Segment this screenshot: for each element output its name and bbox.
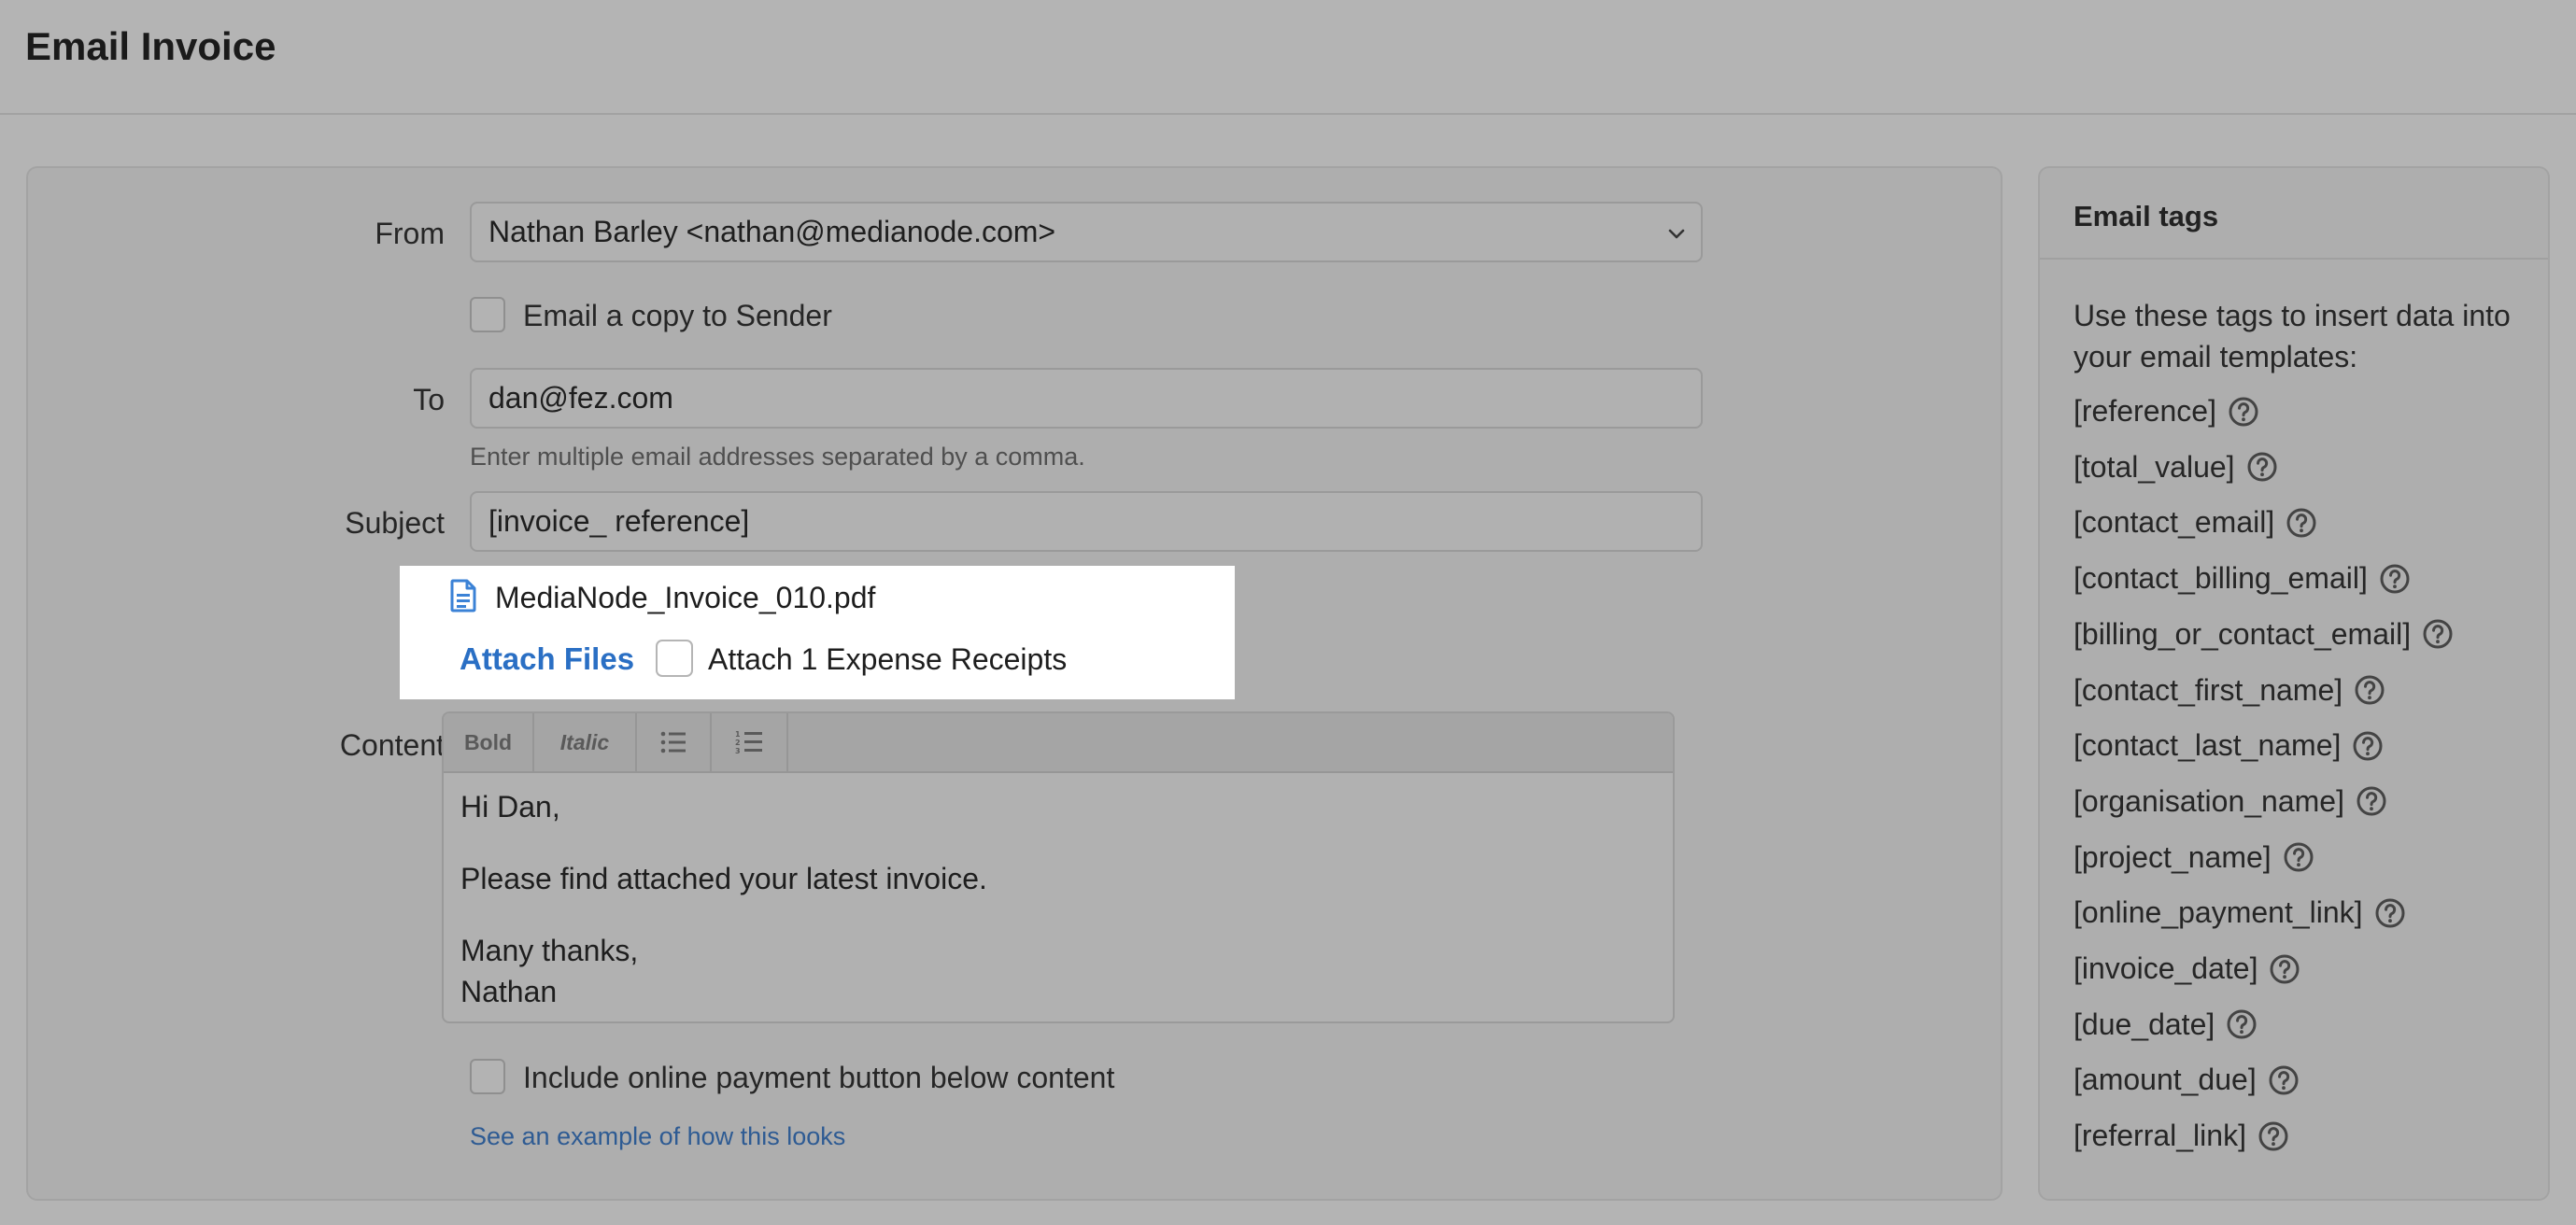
subject-input[interactable] (470, 491, 1703, 552)
help-icon[interactable] (2226, 1008, 2258, 1040)
email-tag-label: [project_name] (2074, 839, 2272, 874)
email-tag-label: [reference] (2074, 394, 2216, 428)
email-tag-label: [billing_or_contact_email] (2074, 616, 2412, 651)
email-tag-item[interactable]: [contact_first_name] (2074, 673, 2385, 708)
help-icon[interactable] (2356, 785, 2387, 817)
from-label: From (375, 217, 445, 250)
page-title: Email Invoice (25, 24, 276, 68)
copy-sender-checkbox[interactable] (470, 297, 505, 332)
copy-sender-label: Email a copy to Sender (523, 299, 832, 332)
email-tags-header: Email tags (2040, 168, 2548, 260)
bold-button[interactable]: Bold (444, 713, 534, 771)
to-hint: Enter multiple email addresses separated… (470, 443, 1085, 471)
help-icon[interactable] (2228, 396, 2259, 428)
content-greeting: Hi Dan, (460, 790, 560, 824)
help-icon[interactable] (2379, 563, 2411, 595)
content-label: Content (339, 728, 445, 762)
payment-button-label: Include online payment button below cont… (523, 1061, 1115, 1094)
file-icon (450, 579, 476, 612)
help-icon[interactable] (2269, 953, 2300, 985)
help-icon[interactable] (2283, 841, 2314, 873)
content-name: Nathan (460, 975, 558, 1008)
attachment-filename[interactable]: MediaNode_Invoice_010.pdf (495, 581, 875, 615)
to-label: To (413, 383, 445, 416)
email-tag-item[interactable]: [contact_last_name] (2074, 728, 2384, 763)
svg-text:3: 3 (735, 747, 741, 755)
editor-toolbar: Bold Italic 1 2 3 (444, 713, 1673, 773)
help-icon[interactable] (2352, 730, 2384, 762)
email-tag-label: [amount_due] (2074, 1063, 2257, 1097)
email-tag-label: [organisation_name] (2074, 783, 2344, 818)
email-tag-label: [due_date] (2074, 1007, 2215, 1041)
email-tag-item[interactable]: [due_date] (2074, 1007, 2258, 1042)
email-tag-item[interactable]: [referral_link] (2074, 1119, 2289, 1153)
from-select-value: Nathan Barley <nathan@medianode.com> (488, 215, 1056, 248)
content-body: Please find attached your latest invoice… (460, 862, 987, 895)
email-tag-item[interactable]: [reference] (2074, 394, 2259, 429)
bullet-list-icon (660, 731, 686, 753)
help-icon[interactable] (2258, 1120, 2289, 1152)
email-tag-item[interactable]: [billing_or_contact_email] (2074, 617, 2454, 652)
attach-files-link[interactable]: Attach Files (460, 641, 634, 677)
attach-receipts-checkbox[interactable] (656, 640, 693, 677)
help-icon[interactable] (2354, 674, 2385, 706)
email-tag-item[interactable]: [contact_billing_email] (2074, 561, 2411, 596)
help-icon[interactable] (2422, 618, 2454, 650)
bullet-list-button[interactable] (637, 713, 712, 771)
numbered-list-button[interactable]: 1 2 3 (712, 713, 788, 771)
email-tag-label: [online_payment_link] (2074, 895, 2363, 930)
page-header: Email Invoice (0, 0, 2576, 115)
email-tag-item[interactable]: [invoice_date] (2074, 951, 2300, 986)
email-tag-item[interactable]: [organisation_name] (2074, 784, 2387, 819)
svg-text:2: 2 (735, 739, 741, 747)
content-editor[interactable]: Bold Italic 1 2 3 Hi Dan, Please find at… (442, 711, 1675, 1023)
attachments-panel: MediaNode_Invoice_010.pdf Attach Files A… (400, 566, 1235, 699)
example-link[interactable]: See an example of how this looks (470, 1122, 845, 1151)
svg-text:1: 1 (735, 730, 741, 739)
email-tags-description: Use these tags to insert data into your … (2074, 299, 2511, 373)
email-tags-panel: Email tags Use these tags to insert data… (2038, 166, 2550, 1201)
email-tags-title: Email tags (2074, 200, 2219, 232)
help-icon[interactable] (2246, 451, 2278, 483)
email-tag-item[interactable]: [total_value] (2074, 450, 2278, 485)
content-signoff: Many thanks, (460, 934, 639, 967)
payment-button-checkbox[interactable] (470, 1059, 505, 1094)
email-tag-label: [total_value] (2074, 449, 2235, 484)
italic-button[interactable]: Italic (534, 713, 637, 771)
from-select[interactable]: Nathan Barley <nathan@medianode.com> (470, 202, 1703, 262)
subject-label: Subject (345, 506, 445, 540)
editor-content[interactable]: Hi Dan, Please find attached your latest… (460, 786, 987, 1012)
chevron-down-icon (1668, 229, 1685, 239)
attach-receipts-label: Attach 1 Expense Receipts (708, 642, 1068, 676)
email-tag-label: [contact_first_name] (2074, 672, 2343, 707)
email-tag-label: [contact_email] (2074, 505, 2275, 540)
email-tag-item[interactable]: [online_payment_link] (2074, 895, 2406, 930)
email-tag-label: [invoice_date] (2074, 951, 2258, 985)
email-tag-label: [referral_link] (2074, 1119, 2246, 1153)
help-icon[interactable] (2374, 897, 2406, 929)
email-tag-item[interactable]: [contact_email] (2074, 505, 2317, 540)
help-icon[interactable] (2268, 1064, 2300, 1096)
to-input[interactable] (470, 368, 1703, 429)
email-tag-label: [contact_billing_email] (2074, 561, 2368, 596)
numbered-list-icon: 1 2 3 (735, 730, 762, 755)
email-tag-item[interactable]: [project_name] (2074, 840, 2314, 875)
help-icon[interactable] (2286, 507, 2317, 539)
email-tag-label: [contact_last_name] (2074, 728, 2342, 763)
email-tag-item[interactable]: [amount_due] (2074, 1063, 2300, 1097)
